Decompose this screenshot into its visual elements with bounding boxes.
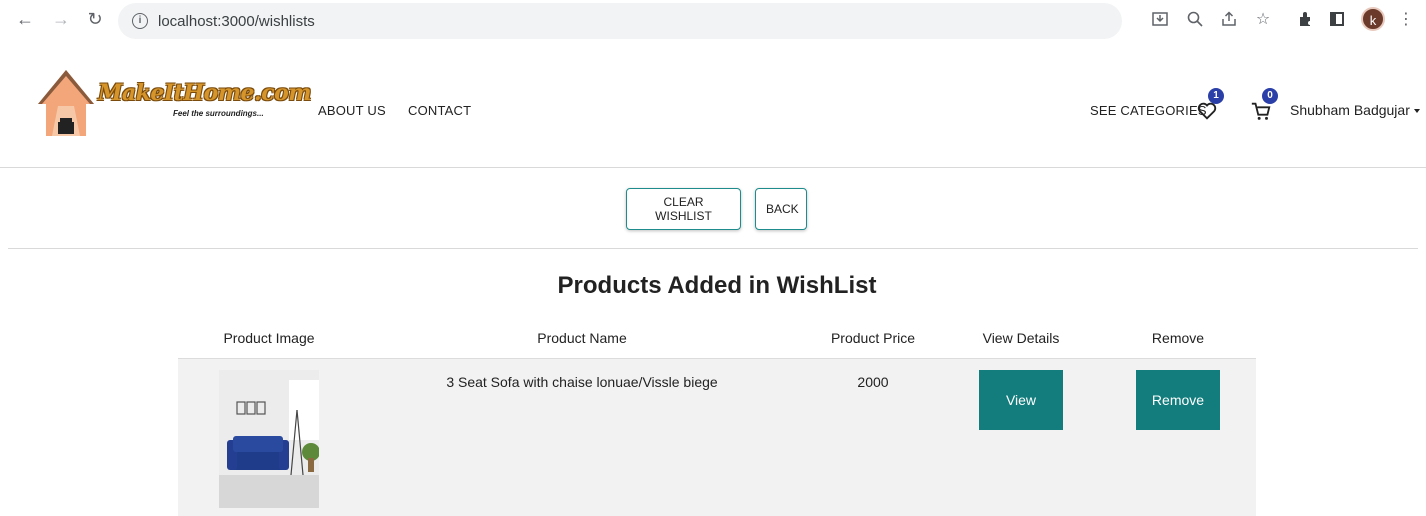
site-info-icon[interactable]: i bbox=[132, 13, 148, 29]
remove-button[interactable]: Remove bbox=[1136, 370, 1220, 430]
house-logo-icon bbox=[38, 70, 94, 136]
site-header: MakeItHome.com Feel the surroundings... … bbox=[0, 48, 1426, 168]
logo-wordmark: MakeItHome.com bbox=[98, 80, 312, 106]
wishlist-action-bar: CLEAR WISHLIST BACK bbox=[8, 169, 1418, 249]
column-header-product-price: Product Price bbox=[830, 330, 916, 346]
extensions-icon[interactable] bbox=[1295, 10, 1315, 30]
column-header-product-name: Product Name bbox=[537, 330, 627, 346]
side-panel-icon[interactable] bbox=[1327, 10, 1347, 30]
clear-wishlist-button[interactable]: CLEAR WISHLIST bbox=[626, 188, 741, 230]
table-row: 3 Seat Sofa with chaise lonuae/Vissle bi… bbox=[178, 358, 1256, 516]
column-header-product-image: Product Image bbox=[223, 330, 315, 346]
product-name: 3 Seat Sofa with chaise lonuae/Vissle bi… bbox=[446, 374, 718, 390]
browser-toolbar: ← → ↻ i localhost:3000/wishlists ☆ k ⋮ bbox=[0, 0, 1426, 42]
zoom-icon[interactable] bbox=[1185, 10, 1205, 30]
column-header-view-details: View Details bbox=[982, 330, 1060, 346]
install-icon[interactable] bbox=[1150, 10, 1170, 30]
column-header-remove: Remove bbox=[1151, 330, 1205, 346]
reload-icon[interactable]: ↻ bbox=[84, 8, 106, 30]
page-title: Products Added in WishList bbox=[557, 272, 877, 299]
back-arrow-icon[interactable]: ← bbox=[14, 8, 36, 30]
cart-count-badge: 0 bbox=[1262, 88, 1278, 104]
nav-about-us[interactable]: ABOUT US bbox=[318, 103, 386, 118]
user-menu-dropdown[interactable]: Shubham Badgujar bbox=[1290, 102, 1420, 118]
view-details-button[interactable]: View bbox=[979, 370, 1063, 430]
product-price: 2000 bbox=[857, 374, 889, 390]
bookmark-star-icon[interactable]: ☆ bbox=[1253, 10, 1273, 30]
address-bar[interactable]: i localhost:3000/wishlists bbox=[118, 3, 1122, 39]
menu-kebab-icon[interactable]: ⋮ bbox=[1396, 10, 1416, 30]
profile-avatar[interactable]: k bbox=[1361, 7, 1385, 31]
address-url[interactable]: localhost:3000/wishlists bbox=[158, 13, 315, 30]
logo-tagline: Feel the surroundings... bbox=[173, 109, 264, 118]
nav-contact[interactable]: CONTACT bbox=[408, 103, 471, 118]
nav-see-categories[interactable]: SEE CATEGORIES bbox=[1090, 103, 1207, 118]
forward-arrow-icon[interactable]: → bbox=[50, 8, 72, 30]
wishlist-count-badge: 1 bbox=[1208, 88, 1224, 104]
site-logo[interactable]: MakeItHome.com Feel the surroundings... bbox=[36, 66, 312, 140]
share-icon[interactable] bbox=[1219, 10, 1239, 30]
back-button[interactable]: BACK bbox=[755, 188, 807, 230]
user-name: Shubham Badgujar bbox=[1290, 102, 1410, 118]
caret-down-icon bbox=[1413, 109, 1420, 114]
product-image bbox=[219, 370, 319, 508]
